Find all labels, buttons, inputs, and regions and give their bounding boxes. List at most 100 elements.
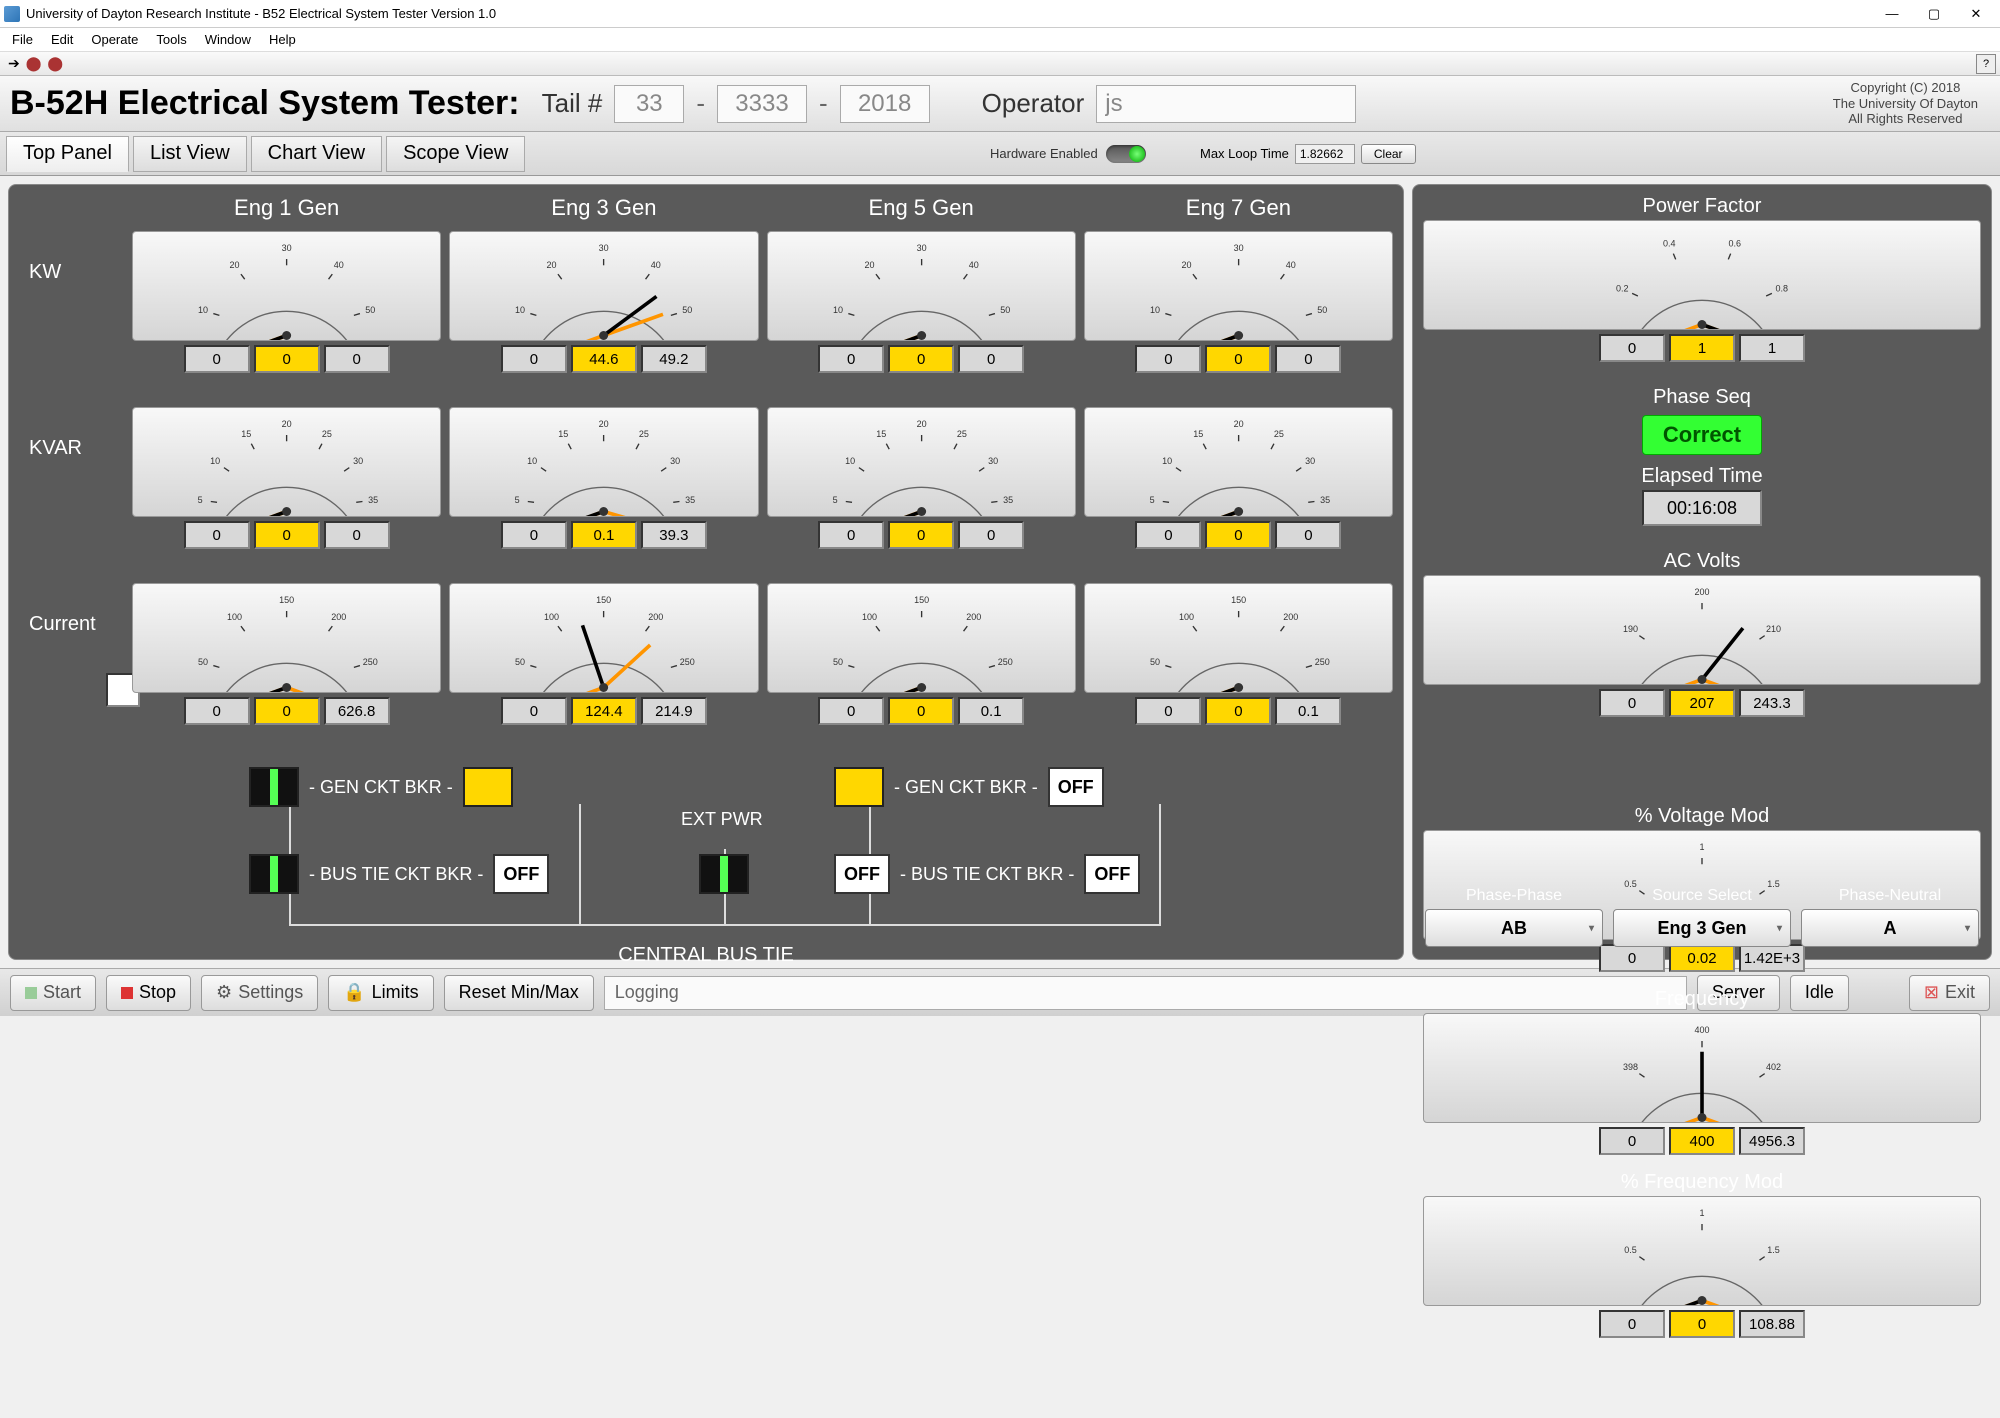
ac-volts-min: 0 (1599, 689, 1665, 717)
tab-chart-view[interactable]: Chart View (251, 136, 382, 172)
svg-text:200: 200 (1694, 587, 1709, 597)
ext-pwr-indicator[interactable] (699, 854, 749, 894)
menu-help[interactable]: Help (261, 30, 304, 49)
svg-text:50: 50 (1317, 305, 1327, 315)
hardware-enabled-toggle[interactable] (1106, 145, 1146, 163)
menu-window[interactable]: Window (197, 30, 259, 49)
gen-header-1: Eng 3 Gen (449, 195, 758, 225)
clear-button[interactable]: Clear (1361, 144, 1416, 164)
frequency-title: Frequency (1423, 988, 1981, 1011)
ac-volts-title: AC Volts (1423, 550, 1981, 573)
pause-icon[interactable]: ⬤ (47, 55, 63, 72)
phase-neutral-select[interactable]: A (1801, 909, 1979, 947)
kvar-gen1: 0510152025303540 0 0.1 39.3 (449, 407, 758, 577)
svg-text:0.6: 0.6 (1728, 238, 1741, 248)
current-gen2-max: 0.1 (958, 697, 1024, 725)
frequency-mod-cur: 0 (1669, 1310, 1735, 1338)
settings-button[interactable]: ⚙Settings (201, 975, 318, 1011)
svg-text:25: 25 (1274, 429, 1284, 439)
svg-text:100: 100 (544, 612, 559, 622)
tail-input-3[interactable] (840, 85, 930, 123)
operator-input[interactable] (1096, 85, 1356, 123)
svg-text:35: 35 (685, 495, 695, 505)
frequency-mod-gauge: 00.511.52 (1423, 1196, 1981, 1306)
svg-text:200: 200 (648, 612, 663, 622)
voltage-mod-cur: 0.02 (1669, 944, 1735, 972)
row-label-kw: KW (19, 231, 124, 401)
minimize-button[interactable]: — (1872, 3, 1912, 25)
frequency-mod-block: % Frequency Mod 00.511.52 0 0 108.88 (1423, 1171, 1981, 1338)
run-arrow-icon[interactable]: ➔ (8, 55, 20, 72)
stop-button[interactable]: Stop (106, 975, 191, 1011)
tab-list-view[interactable]: List View (133, 136, 247, 172)
svg-text:15: 15 (241, 429, 251, 439)
menu-operate[interactable]: Operate (83, 30, 146, 49)
gen7-ckt-bkr-off[interactable]: OFF (1048, 767, 1104, 807)
kvar-gen3-max: 0 (1275, 521, 1341, 549)
gen-header-2: Eng 5 Gen (767, 195, 1076, 225)
bus-tie-label-right: - BUS TIE CKT BKR - (900, 864, 1074, 885)
kvar-gen2: 0510152025303540 0 0 0 (767, 407, 1076, 577)
svg-text:35: 35 (1320, 495, 1330, 505)
phase-phase-select[interactable]: AB (1425, 909, 1603, 947)
svg-text:30: 30 (670, 456, 680, 466)
reset-button[interactable]: Reset Min/Max (444, 975, 594, 1011)
kw-gen1: 0102030405060 0 44.6 49.2 (449, 231, 758, 401)
kvar-gen0-gauge: 0510152025303540 (132, 407, 441, 517)
kw-gen2-gauge: 0102030405060 (767, 231, 1076, 341)
gen-header-3: Eng 7 Gen (1084, 195, 1393, 225)
phase-neutral-label: Phase-Neutral (1801, 887, 1979, 905)
current-gen0-max: 626.8 (324, 697, 390, 725)
svg-text:150: 150 (279, 595, 294, 605)
frequency-mod-min: 0 (1599, 1310, 1665, 1338)
bus7-tie-off[interactable]: OFF (1084, 854, 1140, 894)
svg-text:0.4: 0.4 (1663, 238, 1676, 248)
close-button[interactable]: ✕ (1956, 3, 1996, 25)
svg-text:0.2: 0.2 (1616, 284, 1629, 294)
svg-text:5: 5 (198, 495, 203, 505)
kvar-gen0: 0510152025303540 0 0 0 (132, 407, 441, 577)
svg-text:30: 30 (1305, 456, 1315, 466)
menu-tools[interactable]: Tools (148, 30, 194, 49)
gen5-ckt-bkr-indicator[interactable] (834, 767, 884, 807)
ac-volts-cur: 207 (1669, 689, 1735, 717)
abort-icon[interactable]: ⬤ (26, 55, 42, 72)
window-titlebar: University of Dayton Research Institute … (0, 0, 2000, 28)
row-label-current: Current300 (19, 583, 124, 753)
menu-edit[interactable]: Edit (43, 30, 81, 49)
bus-tie-label-left: - BUS TIE CKT BKR - (309, 864, 483, 885)
gen-header-0: Eng 1 Gen (132, 195, 441, 225)
svg-text:40: 40 (334, 260, 344, 270)
bus1-tie-bkr-indicator[interactable] (249, 854, 299, 894)
tail-input-2[interactable] (717, 85, 807, 123)
current-gen0-cur: 0 (254, 697, 320, 725)
svg-text:30: 30 (599, 243, 609, 253)
bus5-tie-off[interactable]: OFF (834, 854, 890, 894)
kw-gen0-max: 0 (324, 345, 390, 373)
start-button[interactable]: Start (10, 975, 96, 1011)
voltage-mod-min: 0 (1599, 944, 1665, 972)
svg-text:250: 250 (680, 657, 695, 667)
maximize-button[interactable]: ▢ (1914, 3, 1954, 25)
menu-file[interactable]: File (4, 30, 41, 49)
tab-scope-view[interactable]: Scope View (386, 136, 525, 172)
kw-gen2-min: 0 (818, 345, 884, 373)
kvar-gen0-max: 0 (324, 521, 390, 549)
help-icon[interactable]: ? (1976, 54, 1996, 74)
kw-gen3-min: 0 (1135, 345, 1201, 373)
source-select[interactable]: Eng 3 Gen (1613, 909, 1791, 947)
breaker-diagram: - GEN CKT BKR - - GEN CKT BKR - OFF EXT … (19, 759, 1393, 969)
svg-text:402: 402 (1766, 1062, 1781, 1072)
phase-phase-label: Phase-Phase (1425, 887, 1603, 905)
tail-input-1[interactable] (614, 85, 684, 123)
gen1-ckt-bkr-indicator[interactable] (249, 767, 299, 807)
gen3-ckt-bkr-indicator[interactable] (463, 767, 513, 807)
limits-button[interactable]: 🔒Limits (328, 975, 433, 1011)
power-factor-max: 1 (1739, 334, 1805, 362)
tab-top-panel[interactable]: Top Panel (6, 136, 129, 172)
current-gen3-cur: 0 (1205, 697, 1271, 725)
kvar-gen1-cur: 0.1 (571, 521, 637, 549)
kw-gen2: 0102030405060 0 0 0 (767, 231, 1076, 401)
bus3-tie-off[interactable]: OFF (493, 854, 549, 894)
kw-gen0: 0102030405060 0 0 0 (132, 231, 441, 401)
